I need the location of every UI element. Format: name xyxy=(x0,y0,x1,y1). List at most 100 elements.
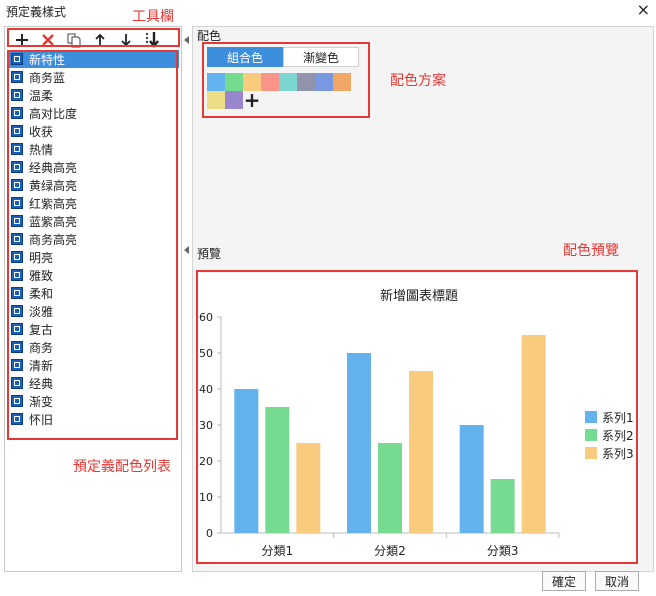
bar xyxy=(409,371,433,533)
list-item[interactable]: 商务蓝 xyxy=(9,68,179,86)
list-item-label: 热情 xyxy=(29,142,54,157)
style-icon xyxy=(11,89,23,101)
tab-combination[interactable]: 組合色 xyxy=(207,47,283,67)
list-item-label: 温柔 xyxy=(29,88,54,103)
style-icon xyxy=(11,251,23,263)
add-button[interactable] xyxy=(11,30,33,50)
style-icon xyxy=(11,413,23,425)
list-item[interactable]: 蓝紫高亮 xyxy=(9,212,179,230)
legend-label: 系列3 xyxy=(602,447,634,461)
bar xyxy=(521,335,546,533)
delete-button[interactable] xyxy=(37,30,59,50)
bar xyxy=(459,425,484,533)
color-swatch[interactable] xyxy=(225,73,243,91)
y-tick-label: 10 xyxy=(199,491,213,504)
arrow-up-icon xyxy=(95,33,105,46)
arrow-bottom-icon xyxy=(145,32,159,48)
style-icon xyxy=(11,341,23,353)
add-color-icon[interactable]: + xyxy=(243,90,261,110)
color-swatch[interactable] xyxy=(261,73,279,91)
close-x-icon xyxy=(42,34,54,46)
style-icon xyxy=(11,323,23,335)
bar xyxy=(234,389,259,533)
bar xyxy=(296,443,321,533)
color-swatch[interactable] xyxy=(297,73,315,91)
left-panel: 新特性商务蓝温柔 高对比度收获热情经典高亮黄绿高亮红紫高亮 蓝紫高亮 商务高亮明亮 雅致… xyxy=(4,26,182,572)
list-item[interactable]: 渐变 xyxy=(9,392,179,410)
list-item-label: 黄绿高亮 xyxy=(29,178,78,193)
cancel-button[interactable]: 取消 xyxy=(595,571,639,591)
y-tick-label: 50 xyxy=(199,347,213,360)
list-item-label: 经典 xyxy=(29,376,54,391)
style-icon xyxy=(11,125,23,137)
list-item-label: 商务 xyxy=(29,340,54,355)
chart-preview: 新增圖表標題 0 10 20 30 40 50 60 分類1 分類2 分類3 系列1 系列2 系列3 xyxy=(199,273,639,563)
style-icon xyxy=(11,143,23,155)
tab-gradient[interactable]: 漸變色 xyxy=(283,47,359,67)
title-bar: 預定義樣式 × xyxy=(0,0,656,22)
list-item[interactable]: 雅致 xyxy=(9,266,179,284)
copy-button[interactable] xyxy=(63,30,85,50)
list-item[interactable]: 复古 xyxy=(9,320,179,338)
list-item[interactable]: 柔和 xyxy=(9,284,179,302)
bar xyxy=(347,353,371,533)
style-list: 新特性商务蓝温柔 高对比度收获热情经典高亮黄绿高亮红紫高亮 蓝紫高亮 商务高亮明亮 雅致… xyxy=(9,50,179,428)
collapse-arrow-icon[interactable] xyxy=(184,246,189,254)
color-swatch[interactable] xyxy=(333,73,351,91)
right-panel: 配色 組合色 漸變色 + 預覽 新增圖表標題 0 10 20 30 40 50 60 分類1 分… xyxy=(192,26,654,572)
y-tick-label: 20 xyxy=(199,455,213,468)
y-tick-label: 40 xyxy=(199,383,213,396)
splitter[interactable] xyxy=(184,26,190,572)
color-swatches: + xyxy=(207,73,357,110)
list-item[interactable]: 红紫高亮 xyxy=(9,194,179,212)
list-item[interactable]: 温柔 xyxy=(9,86,179,104)
legend-swatch xyxy=(585,429,597,441)
toolbar-annotation-label: 工具欄 xyxy=(132,9,174,25)
list-item[interactable]: 经典 xyxy=(9,374,179,392)
bar-chart: 0 10 20 30 40 50 60 分類1 分類2 分類3 系列1 系列2 系列3 xyxy=(199,311,634,558)
list-item-label: 红紫高亮 xyxy=(29,196,78,211)
color-section-label: 配色 xyxy=(197,29,222,43)
list-item[interactable]: 明亮 xyxy=(9,248,179,266)
style-icon xyxy=(11,233,23,245)
color-swatch[interactable] xyxy=(315,73,333,91)
color-swatch[interactable] xyxy=(207,73,225,91)
list-item-label: 明亮 xyxy=(29,250,54,265)
close-icon[interactable]: × xyxy=(637,0,650,20)
move-bottom-button[interactable] xyxy=(141,30,163,50)
scheme-annotation-label: 配色方案 xyxy=(390,73,446,89)
style-icon xyxy=(11,215,23,227)
list-item[interactable]: 商务 xyxy=(9,338,179,356)
copy-icon xyxy=(67,33,81,48)
color-swatch[interactable] xyxy=(279,73,297,91)
list-item[interactable]: 热情 xyxy=(9,140,179,158)
y-tick-label: 0 xyxy=(206,527,213,540)
list-item[interactable]: 商务高亮 xyxy=(9,230,179,248)
color-swatch[interactable] xyxy=(207,91,225,109)
list-item[interactable]: 经典高亮 xyxy=(9,158,179,176)
list-item-label: 新特性 xyxy=(29,52,66,67)
plus-icon xyxy=(16,34,28,46)
list-item-label: 渐变 xyxy=(29,394,54,409)
style-icon xyxy=(11,395,23,407)
list-item[interactable]: 清新 xyxy=(9,356,179,374)
style-icon xyxy=(11,71,23,83)
move-up-button[interactable] xyxy=(89,30,111,50)
list-item[interactable]: 收获 xyxy=(9,122,179,140)
list-item-label: 经典高亮 xyxy=(29,160,78,175)
list-item-label: 商务蓝 xyxy=(29,70,66,85)
color-swatch[interactable] xyxy=(225,91,243,109)
style-icon xyxy=(11,305,23,317)
list-item-label: 清新 xyxy=(29,358,54,373)
list-item[interactable]: 淡雅 xyxy=(9,302,179,320)
style-icon xyxy=(11,287,23,299)
move-down-button[interactable] xyxy=(115,30,137,50)
list-item[interactable]: 新特性 xyxy=(9,50,179,68)
ok-button[interactable]: 確定 xyxy=(542,571,586,591)
list-item-label: 收获 xyxy=(29,124,54,139)
list-item[interactable]: 高对比度 xyxy=(9,104,179,122)
legend-label: 系列2 xyxy=(602,429,634,443)
collapse-arrow-icon[interactable] xyxy=(184,36,189,44)
list-item[interactable]: 黄绿高亮 xyxy=(9,176,179,194)
list-item[interactable]: 怀旧 xyxy=(9,410,179,428)
